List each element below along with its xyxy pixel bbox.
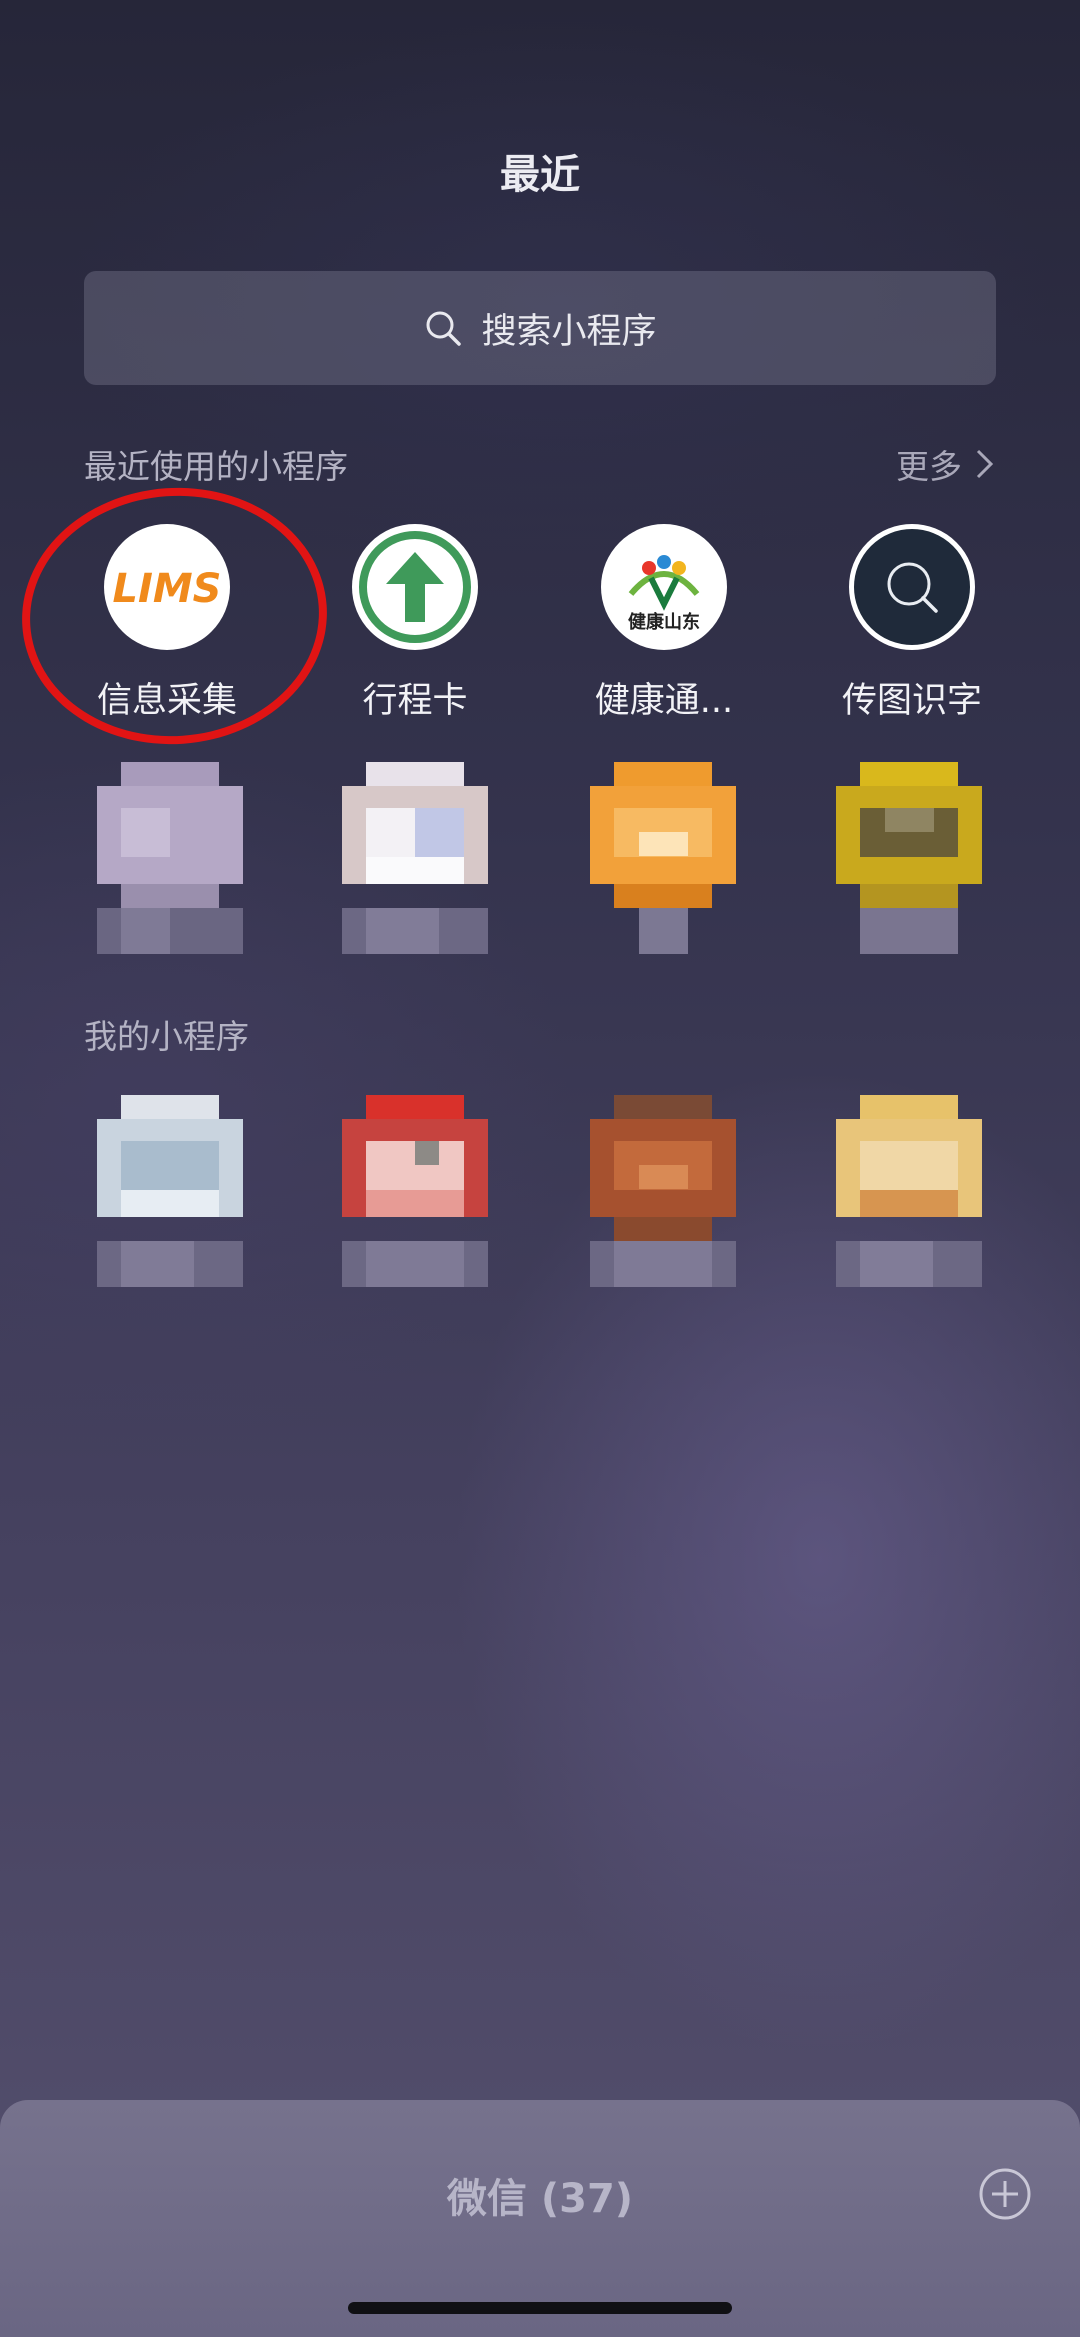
app-health-pass[interactable]: 健康山东 健康通... bbox=[554, 524, 774, 723]
app-label: 行程卡 bbox=[362, 681, 468, 721]
mosaic-app[interactable] bbox=[836, 1095, 982, 1287]
app-label: 传图识字 bbox=[841, 681, 982, 721]
mosaic-app[interactable] bbox=[97, 1095, 243, 1287]
more-label: 更多 bbox=[896, 447, 962, 486]
mosaic-app[interactable] bbox=[342, 762, 488, 954]
chevron-right-icon bbox=[976, 449, 994, 479]
mosaic-app[interactable] bbox=[590, 762, 736, 954]
recent-section-label: 最近使用的小程序 bbox=[84, 447, 348, 486]
mosaic-app[interactable] bbox=[342, 1095, 488, 1287]
page-title: 最近 bbox=[500, 152, 580, 198]
search-placeholder: 搜索小程序 bbox=[481, 311, 657, 352]
app-label: 健康通... bbox=[594, 681, 734, 721]
app-trip-card[interactable]: 行程卡 bbox=[305, 524, 525, 723]
dock-title: 微信 (37) bbox=[446, 2176, 634, 2222]
search-icon bbox=[426, 311, 462, 346]
mosaic-app[interactable] bbox=[590, 1095, 736, 1287]
more-link[interactable]: 更多 bbox=[896, 440, 996, 488]
app-image-ocr[interactable]: 传图识字 bbox=[802, 524, 1022, 723]
mosaic-app[interactable] bbox=[836, 762, 982, 954]
svg-text:健康山东: 健康山东 bbox=[628, 611, 700, 633]
green-arrow-icon bbox=[352, 524, 478, 650]
mosaic-app[interactable] bbox=[97, 762, 243, 954]
healthy-shandong-logo-icon: 健康山东 bbox=[601, 524, 727, 650]
magnifier-icon bbox=[849, 524, 975, 650]
home-indicator[interactable] bbox=[348, 2302, 732, 2314]
search-bar[interactable]: 搜索小程序 bbox=[84, 271, 996, 385]
my-section-label: 我的小程序 bbox=[84, 1017, 249, 1056]
plus-circle-icon[interactable] bbox=[978, 2167, 1032, 2221]
